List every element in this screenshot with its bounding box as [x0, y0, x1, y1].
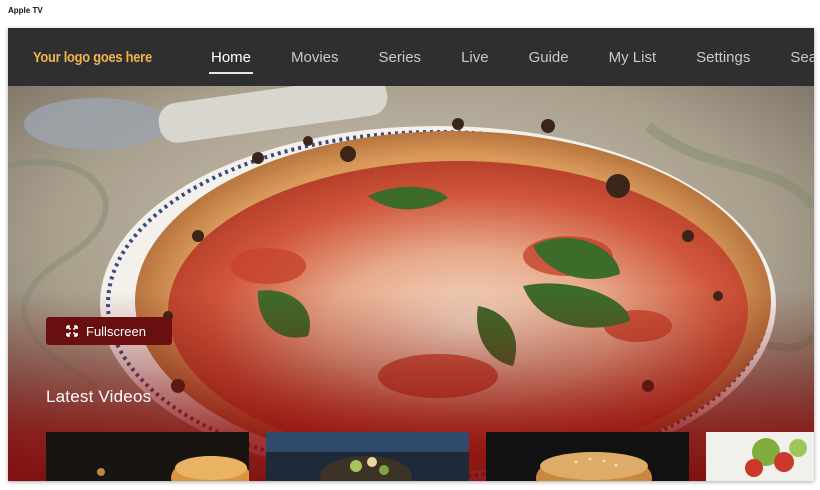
- nav-item-settings[interactable]: Settings: [696, 49, 750, 66]
- video-tile-3[interactable]: [486, 432, 689, 481]
- nav-item-series[interactable]: Series: [379, 49, 422, 66]
- fullscreen-label: Fullscreen: [86, 323, 146, 339]
- hero-image: [8, 86, 814, 481]
- tile-thumbnail: [266, 432, 469, 481]
- app-logo[interactable]: Your logo goes here: [33, 49, 152, 66]
- video-tile-4[interactable]: [706, 432, 814, 481]
- tile-thumbnail: [486, 432, 689, 481]
- expand-icon: [66, 325, 78, 337]
- video-tile-1[interactable]: [46, 432, 249, 481]
- nav-item-home[interactable]: Home: [208, 49, 254, 74]
- nav-item-my-list[interactable]: My List: [609, 49, 657, 66]
- device-label: Apple TV: [8, 6, 43, 15]
- video-tile-2[interactable]: [266, 432, 469, 481]
- nav-item-guide[interactable]: Guide: [529, 49, 569, 66]
- latest-videos-row: [46, 432, 814, 481]
- tv-screen: Your logo goes here Home Movies Series L…: [8, 28, 814, 481]
- nav-item-search[interactable]: Search: [790, 49, 814, 66]
- nav-item-live[interactable]: Live: [461, 49, 489, 66]
- hero-gradient-overlay: [8, 86, 814, 481]
- tile-thumbnail: [46, 432, 249, 481]
- top-navigation: Your logo goes here Home Movies Series L…: [8, 28, 814, 86]
- nav-item-movies[interactable]: Movies: [291, 49, 339, 66]
- fullscreen-button[interactable]: Fullscreen: [46, 317, 172, 345]
- tile-thumbnail: [706, 432, 814, 481]
- section-title: Latest Videos: [46, 387, 152, 406]
